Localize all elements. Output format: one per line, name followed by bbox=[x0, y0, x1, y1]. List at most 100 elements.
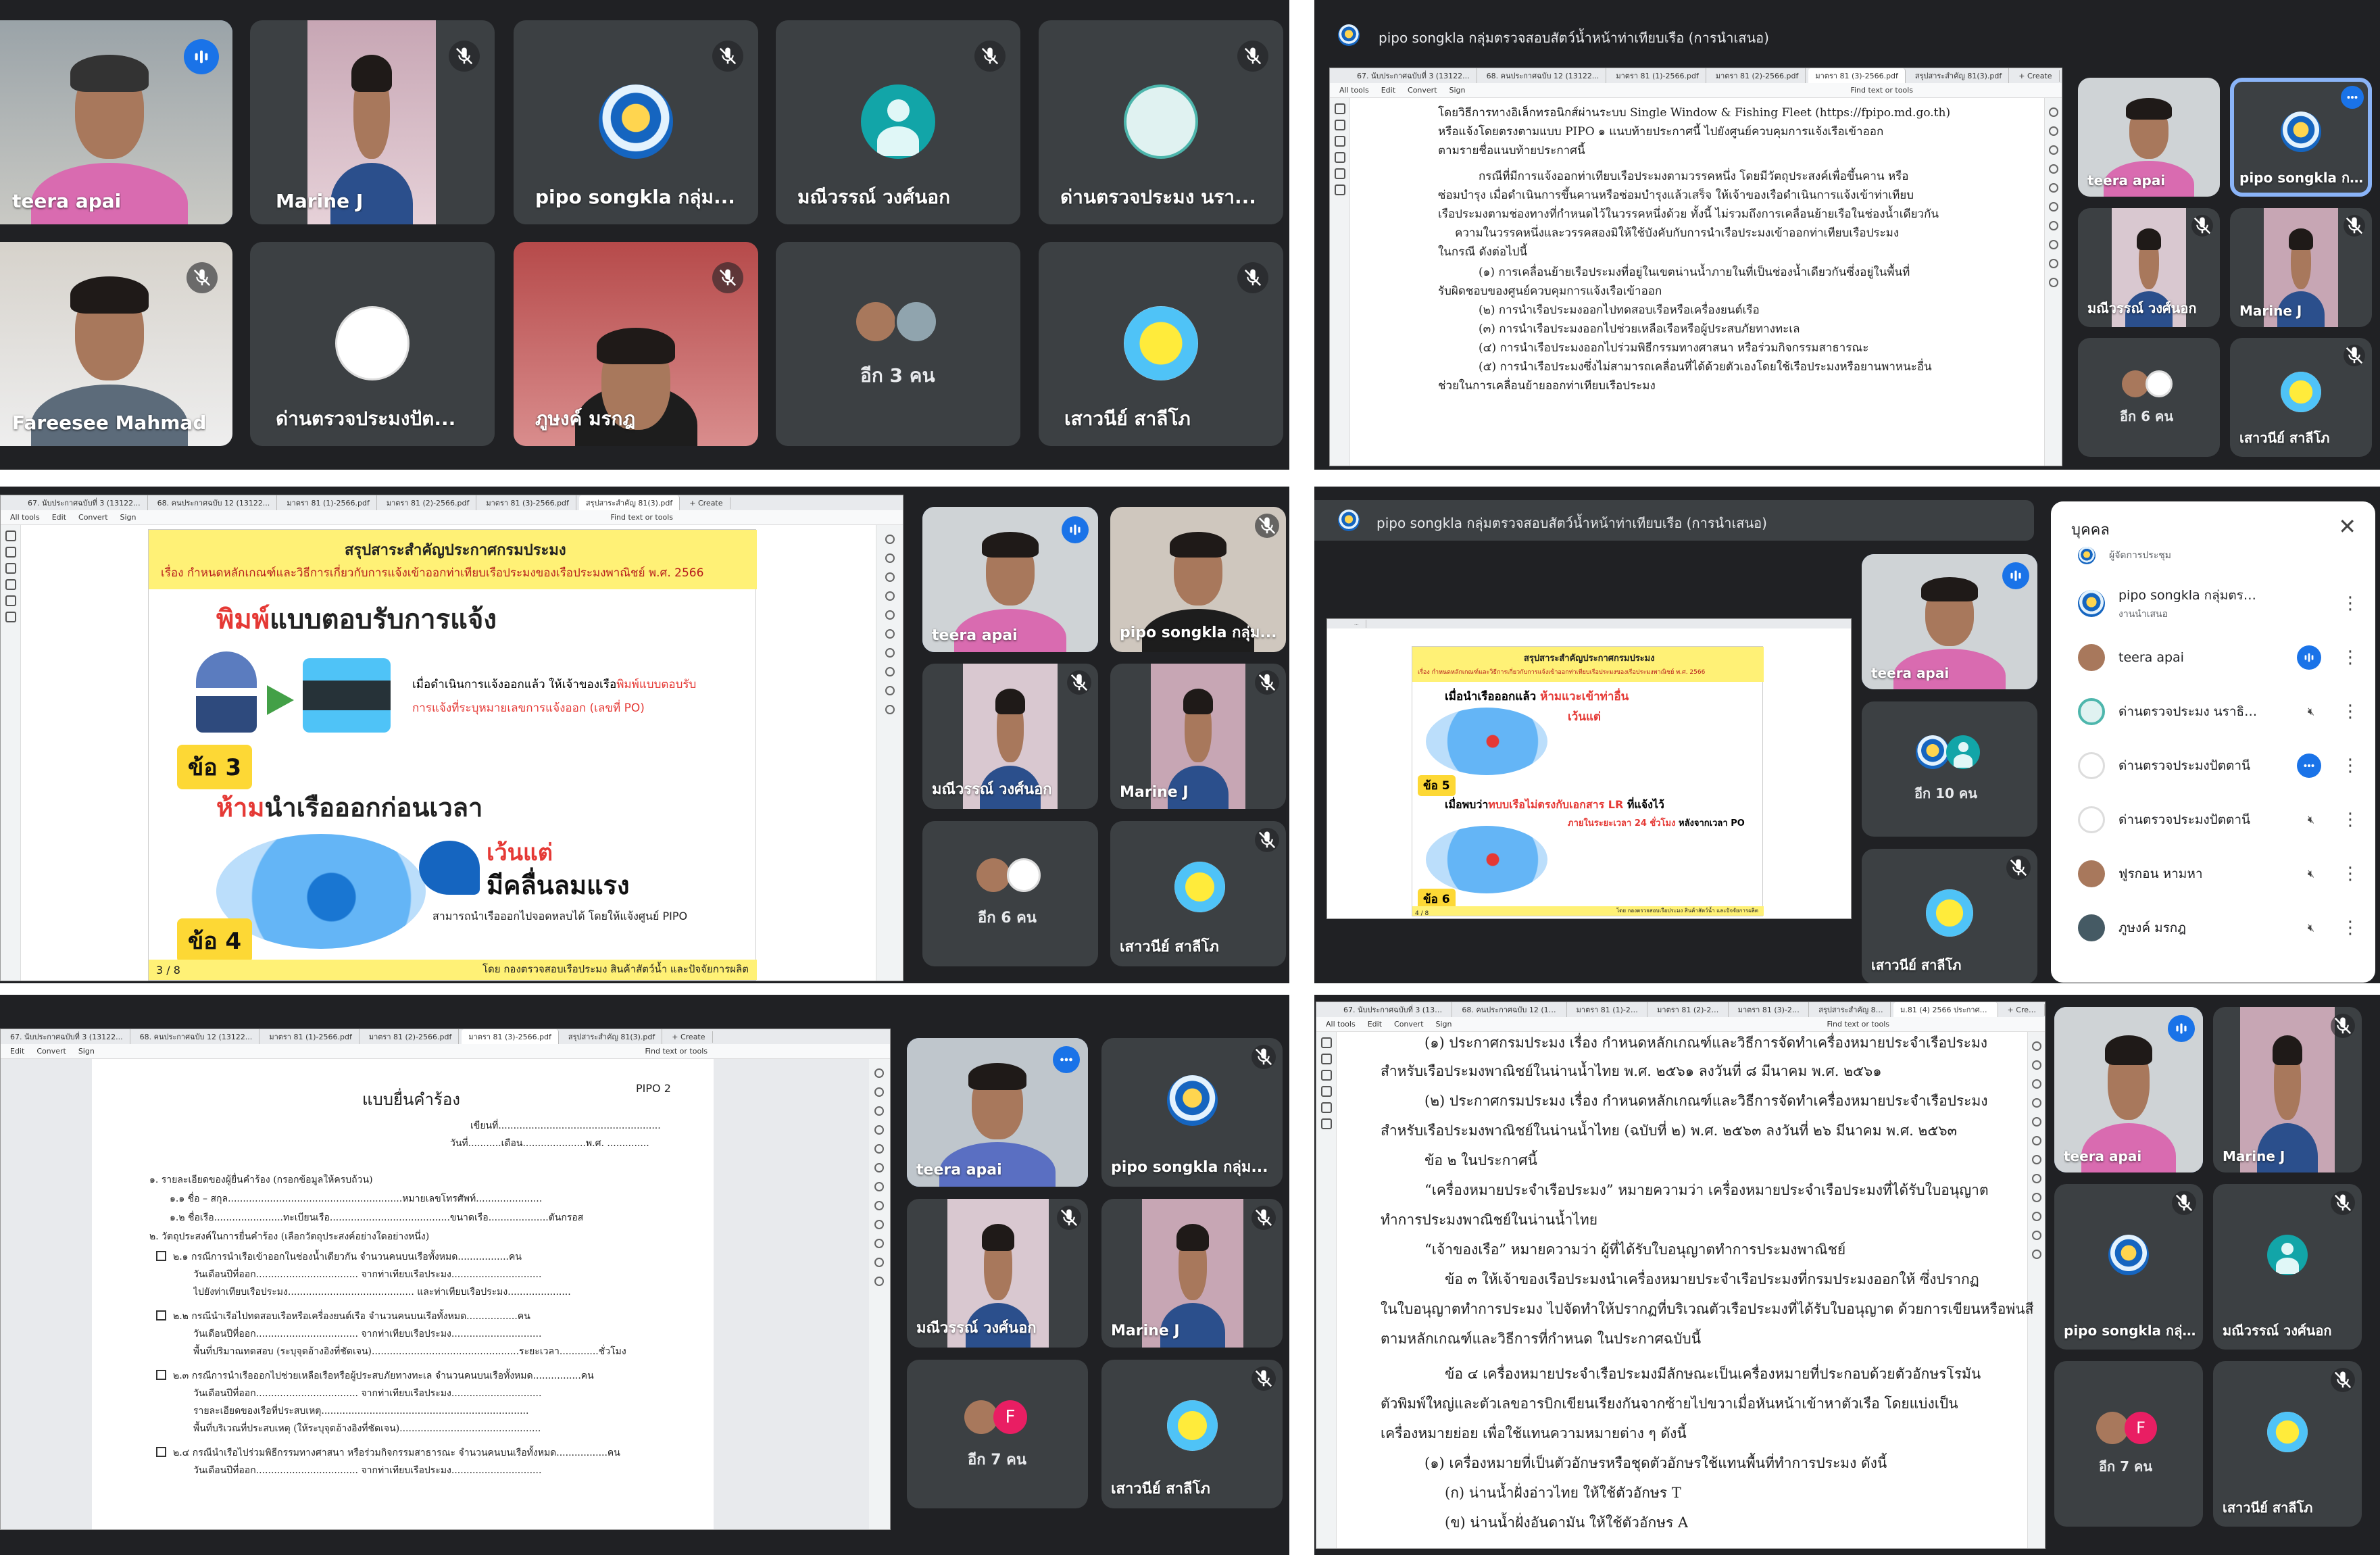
menu-item[interactable]: Convert bbox=[1408, 86, 1437, 95]
stamp-icon[interactable] bbox=[1320, 1118, 1332, 1129]
tool-icon[interactable] bbox=[874, 1163, 884, 1173]
menu-item[interactable]: Sign bbox=[1436, 1020, 1452, 1029]
tab[interactable]: มาตรา 81 (1)-256... bbox=[1570, 1002, 1648, 1017]
participant-tile[interactable]: เสาวนีย์ สาลีโภ bbox=[1039, 242, 1283, 446]
participant-tile[interactable]: มณีวรรณ์ วงศ์นอก bbox=[2078, 208, 2220, 327]
tool-icon[interactable] bbox=[2031, 1079, 2041, 1089]
tab[interactable]: มาตรา 81 (1)-2566.pdf bbox=[280, 495, 377, 510]
find-tools[interactable]: Find text or tools bbox=[610, 513, 673, 522]
tool-icon[interactable] bbox=[885, 610, 895, 620]
tool-icon[interactable] bbox=[2031, 1231, 2041, 1240]
menu-item[interactable]: Convert bbox=[36, 1047, 66, 1056]
tab[interactable]: มาตรา 81 (2)-2566.pdf bbox=[380, 495, 477, 510]
tool-icon[interactable] bbox=[885, 535, 895, 544]
tab[interactable]: มาตรา 81 (2)-256... bbox=[1650, 1002, 1729, 1017]
checkbox[interactable] bbox=[156, 1251, 166, 1261]
cursor-icon[interactable] bbox=[1334, 103, 1345, 114]
tab[interactable]: มาตรา 81 (1)-2566.pdf bbox=[1609, 68, 1706, 83]
stamp-icon[interactable] bbox=[5, 612, 16, 622]
tool-icon[interactable] bbox=[2048, 107, 2058, 117]
tool-icon[interactable] bbox=[2048, 145, 2058, 155]
menu-item[interactable]: Edit bbox=[52, 513, 66, 522]
participant-tile[interactable]: อีก 6 คน bbox=[922, 821, 1098, 966]
participant-tile[interactable]: เสาวนีย์ สาลีโภ bbox=[2230, 338, 2372, 457]
more-vert-icon[interactable]: ⋮ bbox=[2341, 864, 2359, 884]
tool-icon[interactable] bbox=[874, 1106, 884, 1116]
tab[interactable]: ม.81 (4) 2566 ประกาศกรม... bbox=[1893, 1002, 1998, 1017]
tab[interactable]: 67. นับประกาศฉบับที่ 3 (13122... bbox=[21, 495, 148, 510]
tab[interactable]: 68. คนประกาศฉบับ 12 (13122... bbox=[1480, 68, 1607, 83]
tab[interactable]: มาตรา 81 (3)-256... bbox=[1731, 1002, 1810, 1017]
tool-icon[interactable] bbox=[2048, 240, 2058, 249]
tab[interactable]: สรุปสาระสำคัญ 81(3).pdf bbox=[1908, 68, 2010, 83]
shape-icon[interactable] bbox=[1320, 1086, 1332, 1097]
tab[interactable]: มาตรา 81 (2)-2566.pdf bbox=[1709, 68, 1806, 83]
participant-tile[interactable]: F อีก 7 คน bbox=[907, 1360, 1088, 1508]
pen-icon[interactable] bbox=[5, 563, 16, 574]
menu-item[interactable]: All tools bbox=[1339, 86, 1369, 95]
tool-icon[interactable] bbox=[874, 1087, 884, 1097]
tool-icon[interactable] bbox=[874, 1201, 884, 1210]
tool-icon[interactable] bbox=[2031, 1136, 2041, 1145]
tool-icon[interactable] bbox=[2048, 221, 2058, 230]
tool-icon[interactable] bbox=[2048, 126, 2058, 136]
tab[interactable]: 67. นับประกาศฉบับที่ 3 (13122... bbox=[1350, 68, 1477, 83]
cursor-icon[interactable] bbox=[1320, 1037, 1332, 1048]
tab[interactable]: สรุปสาระสำคัญ 81(3).pdf bbox=[578, 495, 680, 510]
tab[interactable]: สรุปสาระสำคัญ 81(3).pdf bbox=[562, 1029, 663, 1044]
tool-icon[interactable] bbox=[2048, 164, 2058, 174]
participant-row[interactable]: ภูษงค์ มรกฎ 🔇︎ ⋮ bbox=[2051, 904, 2375, 952]
tab[interactable]: 67. นับประกาศฉบับที่ 3 (13122... bbox=[3, 1029, 130, 1044]
more-vert-icon[interactable]: ⋮ bbox=[2341, 647, 2359, 668]
tool-icon[interactable] bbox=[874, 1144, 884, 1154]
text-icon[interactable] bbox=[1334, 168, 1345, 179]
participant-tile[interactable]: teera apai bbox=[922, 507, 1098, 652]
tool-icon[interactable] bbox=[2031, 1212, 2041, 1221]
participant-row[interactable]: ด่านตรวจประมงปัตตานี ⋮ bbox=[2051, 741, 2375, 790]
participant-tile[interactable]: pipo songkla กลุ่... bbox=[2230, 78, 2372, 197]
tab[interactable]: 68. คนประกาศฉบับ 12 (13122... bbox=[133, 1029, 260, 1044]
tab[interactable]: 68. คนประกาศฉบับ 12 (13122... bbox=[151, 495, 278, 510]
participant-tile[interactable]: อีก 6 คน bbox=[2078, 338, 2220, 457]
more-vert-icon[interactable]: ⋮ bbox=[2341, 918, 2359, 938]
tool-icon[interactable] bbox=[2031, 1174, 2041, 1183]
shape-icon[interactable] bbox=[1334, 152, 1345, 163]
menu-item[interactable]: Edit bbox=[10, 1047, 24, 1056]
checkbox[interactable] bbox=[156, 1310, 166, 1320]
participant-tile[interactable]: pipo songkla กลุ่ม... bbox=[2054, 1184, 2203, 1350]
tool-icon[interactable] bbox=[2048, 202, 2058, 212]
tab[interactable]: ... bbox=[1347, 620, 1366, 628]
participant-tile[interactable]: มณีวรรณ์ วงศ์นอก bbox=[2213, 1184, 2362, 1350]
tool-icon[interactable] bbox=[874, 1277, 884, 1286]
menu-item[interactable]: All tools bbox=[10, 513, 40, 522]
participant-tile[interactable]: มณีวรรณ์ วงศ์นอก bbox=[776, 20, 1020, 224]
participant-tile[interactable]: teera apai bbox=[2054, 1007, 2203, 1173]
tool-icon[interactable] bbox=[874, 1068, 884, 1078]
new-tab-button[interactable]: + Create bbox=[2001, 1004, 2045, 1016]
participant-tile[interactable]: เสาวนีย์ สาลีโภ bbox=[1110, 821, 1286, 966]
find-tools[interactable]: Find text or tools bbox=[1850, 86, 1913, 95]
stamp-icon[interactable] bbox=[1334, 184, 1345, 195]
participant-tile[interactable]: Marine J bbox=[250, 20, 495, 224]
tool-icon[interactable] bbox=[885, 629, 895, 639]
participant-tile[interactable]: pipo songkla กลุ่ม... bbox=[1101, 1038, 1283, 1187]
tool-icon[interactable] bbox=[2048, 259, 2058, 268]
participant-tile[interactable]: เสาวนีย์ สาลีโภ bbox=[1101, 1360, 1283, 1508]
checkbox[interactable] bbox=[156, 1370, 166, 1380]
menu-item[interactable]: Convert bbox=[78, 513, 108, 522]
participant-tile[interactable]: Marine J bbox=[2213, 1007, 2362, 1173]
tool-icon[interactable] bbox=[2048, 183, 2058, 193]
participant-tile[interactable]: teera apai bbox=[0, 20, 232, 224]
close-icon[interactable]: ✕ bbox=[2338, 514, 2356, 539]
tool-icon[interactable] bbox=[2031, 1250, 2041, 1259]
menu-item[interactable]: Convert bbox=[1394, 1020, 1424, 1029]
new-tab-button[interactable]: + Create bbox=[2012, 70, 2060, 82]
tool-icon[interactable] bbox=[874, 1182, 884, 1191]
tab[interactable]: มาตรา 81 (2)-2566.pdf bbox=[362, 1029, 460, 1044]
participant-tile[interactable]: ด่านตรวจประมง นรา... bbox=[1039, 20, 1283, 224]
tool-icon[interactable] bbox=[874, 1220, 884, 1229]
pen-icon[interactable] bbox=[1320, 1070, 1332, 1081]
tool-icon[interactable] bbox=[885, 572, 895, 582]
participant-row[interactable]: ผู้จัดการประชุม bbox=[2051, 542, 2375, 569]
tool-icon[interactable] bbox=[2031, 1041, 2041, 1051]
